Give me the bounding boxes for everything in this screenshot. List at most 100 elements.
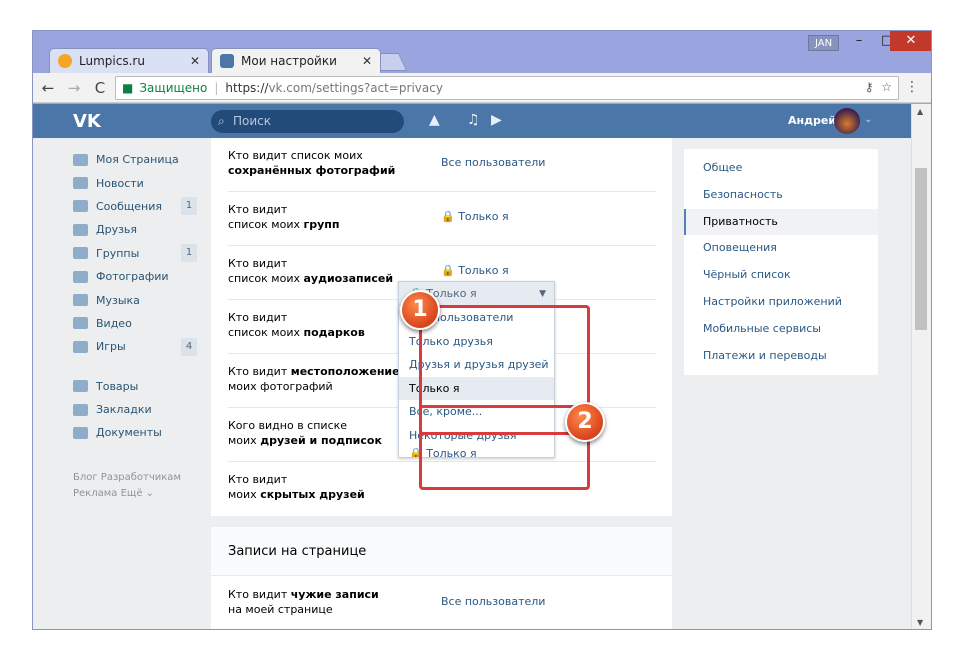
secure-label: Защищено	[139, 81, 208, 95]
settings-menu-payments[interactable]: Платежи и переводы	[684, 343, 878, 370]
groups-icon	[73, 247, 88, 260]
sidebar-item-groups[interactable]: Группы 1	[73, 242, 203, 265]
camera-icon	[73, 270, 88, 283]
sidebar-item-documents[interactable]: Документы	[73, 421, 203, 444]
forward-button[interactable]: →	[63, 79, 85, 97]
question-text: список моих	[228, 218, 304, 231]
sidebar-item-label: Товары	[96, 379, 139, 393]
step-marker-2: 2	[565, 402, 605, 442]
setting-row: Кто видит список моих групп 🔒 Только я	[228, 192, 656, 246]
question-text: Кто видит	[228, 588, 291, 601]
tab-title: Мои настройки	[241, 54, 337, 68]
key-icon[interactable]: ⚷	[865, 80, 874, 94]
settings-menu-security[interactable]: Безопасность	[684, 182, 878, 209]
search-input[interactable]: ⌕ Поиск	[211, 110, 404, 133]
avatar[interactable]	[834, 108, 860, 134]
setting-question: Кто видит список моих сохранённых фотогра…	[228, 148, 428, 178]
tab-title: Lumpics.ru	[79, 54, 145, 68]
sidebar-item-label: Документы	[96, 426, 162, 440]
browser-menu-icon[interactable]: ⋮	[905, 79, 919, 95]
close-tab-icon[interactable]: ✕	[190, 54, 200, 68]
vertical-scrollbar[interactable]: ▲ ▼	[911, 104, 931, 629]
messages-icon	[73, 200, 88, 213]
address-bar[interactable]: ■ Защищено | https:// vk.com/settings?ac…	[115, 76, 899, 100]
star-icon	[73, 403, 88, 416]
count-badge: 1	[181, 197, 197, 216]
music-icon[interactable]: ♫	[467, 112, 480, 128]
question-bold: чужие записи	[290, 588, 379, 601]
scroll-down-icon[interactable]: ▼	[917, 618, 923, 627]
settings-menu-notifications[interactable]: Оповещения	[684, 235, 878, 262]
setting-row: Кто видит список моих сохранённых фотогра…	[228, 138, 656, 192]
sidebar-item-label: Друзья	[96, 223, 138, 237]
settings-menu: Общее Безопасность Приватность Оповещени…	[684, 149, 878, 375]
user-name[interactable]: Андрей	[788, 114, 836, 127]
gamepad-icon	[73, 340, 88, 353]
settings-menu-mobile[interactable]: Мобильные сервисы	[684, 316, 878, 343]
play-icon[interactable]: ▶	[491, 112, 502, 128]
footer-links-2[interactable]: Реклама Ещё ⌄	[73, 486, 181, 502]
footer-links-1[interactable]: Блог Разработчикам	[73, 470, 181, 486]
question-text: на моей странице	[228, 603, 333, 616]
url-text: vk.com/settings?act=privacy	[268, 81, 443, 95]
annotation-highlight-option	[419, 405, 585, 435]
settings-menu-blacklist[interactable]: Чёрный список	[684, 262, 878, 289]
vk-logo[interactable]: VK	[73, 111, 101, 132]
document-icon	[73, 426, 88, 439]
settings-menu-apps[interactable]: Настройки приложений	[684, 289, 878, 316]
search-placeholder: Поиск	[233, 114, 272, 128]
star-icon[interactable]: ☆	[881, 80, 892, 94]
left-sidebar: Моя Страница Новости Сообщения 1 Друзья Г…	[73, 148, 203, 445]
sidebar-item-my-page[interactable]: Моя Страница	[73, 148, 203, 171]
sidebar-item-goods[interactable]: Товары	[73, 375, 203, 398]
question-text: Кто видит	[228, 203, 288, 216]
sidebar-item-bookmarks[interactable]: Закладки	[73, 398, 203, 421]
question-text: Кто видит	[228, 365, 291, 378]
sidebar-item-label: Видео	[96, 316, 132, 330]
chevron-down-icon[interactable]: ⌄	[864, 114, 872, 125]
vk-header: VK ⌕ Поиск ▲ ♫ ▶ Андрей ⌄	[33, 104, 913, 138]
setting-value[interactable]: Все пользователи	[441, 595, 545, 608]
sidebar-item-label: Игры	[96, 340, 126, 354]
url-scheme: https://	[225, 81, 269, 95]
separator: |	[214, 81, 219, 95]
settings-menu-general[interactable]: Общее	[684, 155, 878, 182]
setting-question: Кто видит список моих групп	[228, 202, 428, 232]
question-bold: сохранённых фотографий	[228, 164, 396, 177]
lumpics-favicon-icon	[58, 54, 72, 68]
setting-value[interactable]: 🔒 Только я	[441, 210, 509, 223]
question-bold: аудиозаписей	[303, 272, 394, 285]
question-text: моих	[228, 434, 261, 447]
reload-button[interactable]: C	[89, 79, 111, 97]
setting-question: Кто видит моих скрытых друзей	[228, 472, 428, 502]
question-bold: подарков	[303, 326, 365, 339]
setting-value[interactable]: 🔒 Только я	[441, 264, 509, 277]
sidebar-item-friends[interactable]: Друзья	[73, 218, 203, 241]
sidebar-item-music[interactable]: Музыка	[73, 288, 203, 311]
minimize-button[interactable]: –	[845, 31, 873, 51]
question-text: Кого видно в списке	[228, 419, 348, 432]
sidebar-item-video[interactable]: Видео	[73, 312, 203, 335]
sidebar-item-games[interactable]: Игры 4	[73, 335, 203, 358]
scroll-thumb[interactable]	[915, 168, 927, 330]
profile-badge[interactable]: JAN	[808, 35, 840, 51]
question-bold: местоположение	[290, 365, 400, 378]
tab-lumpics[interactable]: Lumpics.ru ✕	[49, 48, 209, 73]
music-note-icon	[73, 294, 88, 307]
setting-value[interactable]: Все пользователи	[441, 156, 545, 169]
tab-settings[interactable]: Мои настройки ✕	[211, 48, 381, 73]
close-tab-icon[interactable]: ✕	[362, 54, 372, 68]
question-text: моих фотографий	[228, 380, 333, 393]
close-window-button[interactable]: ✕	[890, 31, 931, 51]
film-icon	[73, 317, 88, 330]
question-text: Кто видит	[228, 473, 288, 486]
sidebar-item-messages[interactable]: Сообщения 1	[73, 195, 203, 218]
back-button[interactable]: ←	[37, 79, 59, 97]
settings-menu-privacy[interactable]: Приватность	[684, 208, 878, 236]
sidebar-item-news[interactable]: Новости	[73, 171, 203, 194]
sidebar-item-photos[interactable]: Фотографии	[73, 265, 203, 288]
bell-icon[interactable]: ▲	[429, 112, 440, 128]
section-title: Записи на странице	[211, 527, 672, 576]
scroll-up-icon[interactable]: ▲	[917, 107, 923, 116]
question-text: моих	[228, 488, 261, 501]
